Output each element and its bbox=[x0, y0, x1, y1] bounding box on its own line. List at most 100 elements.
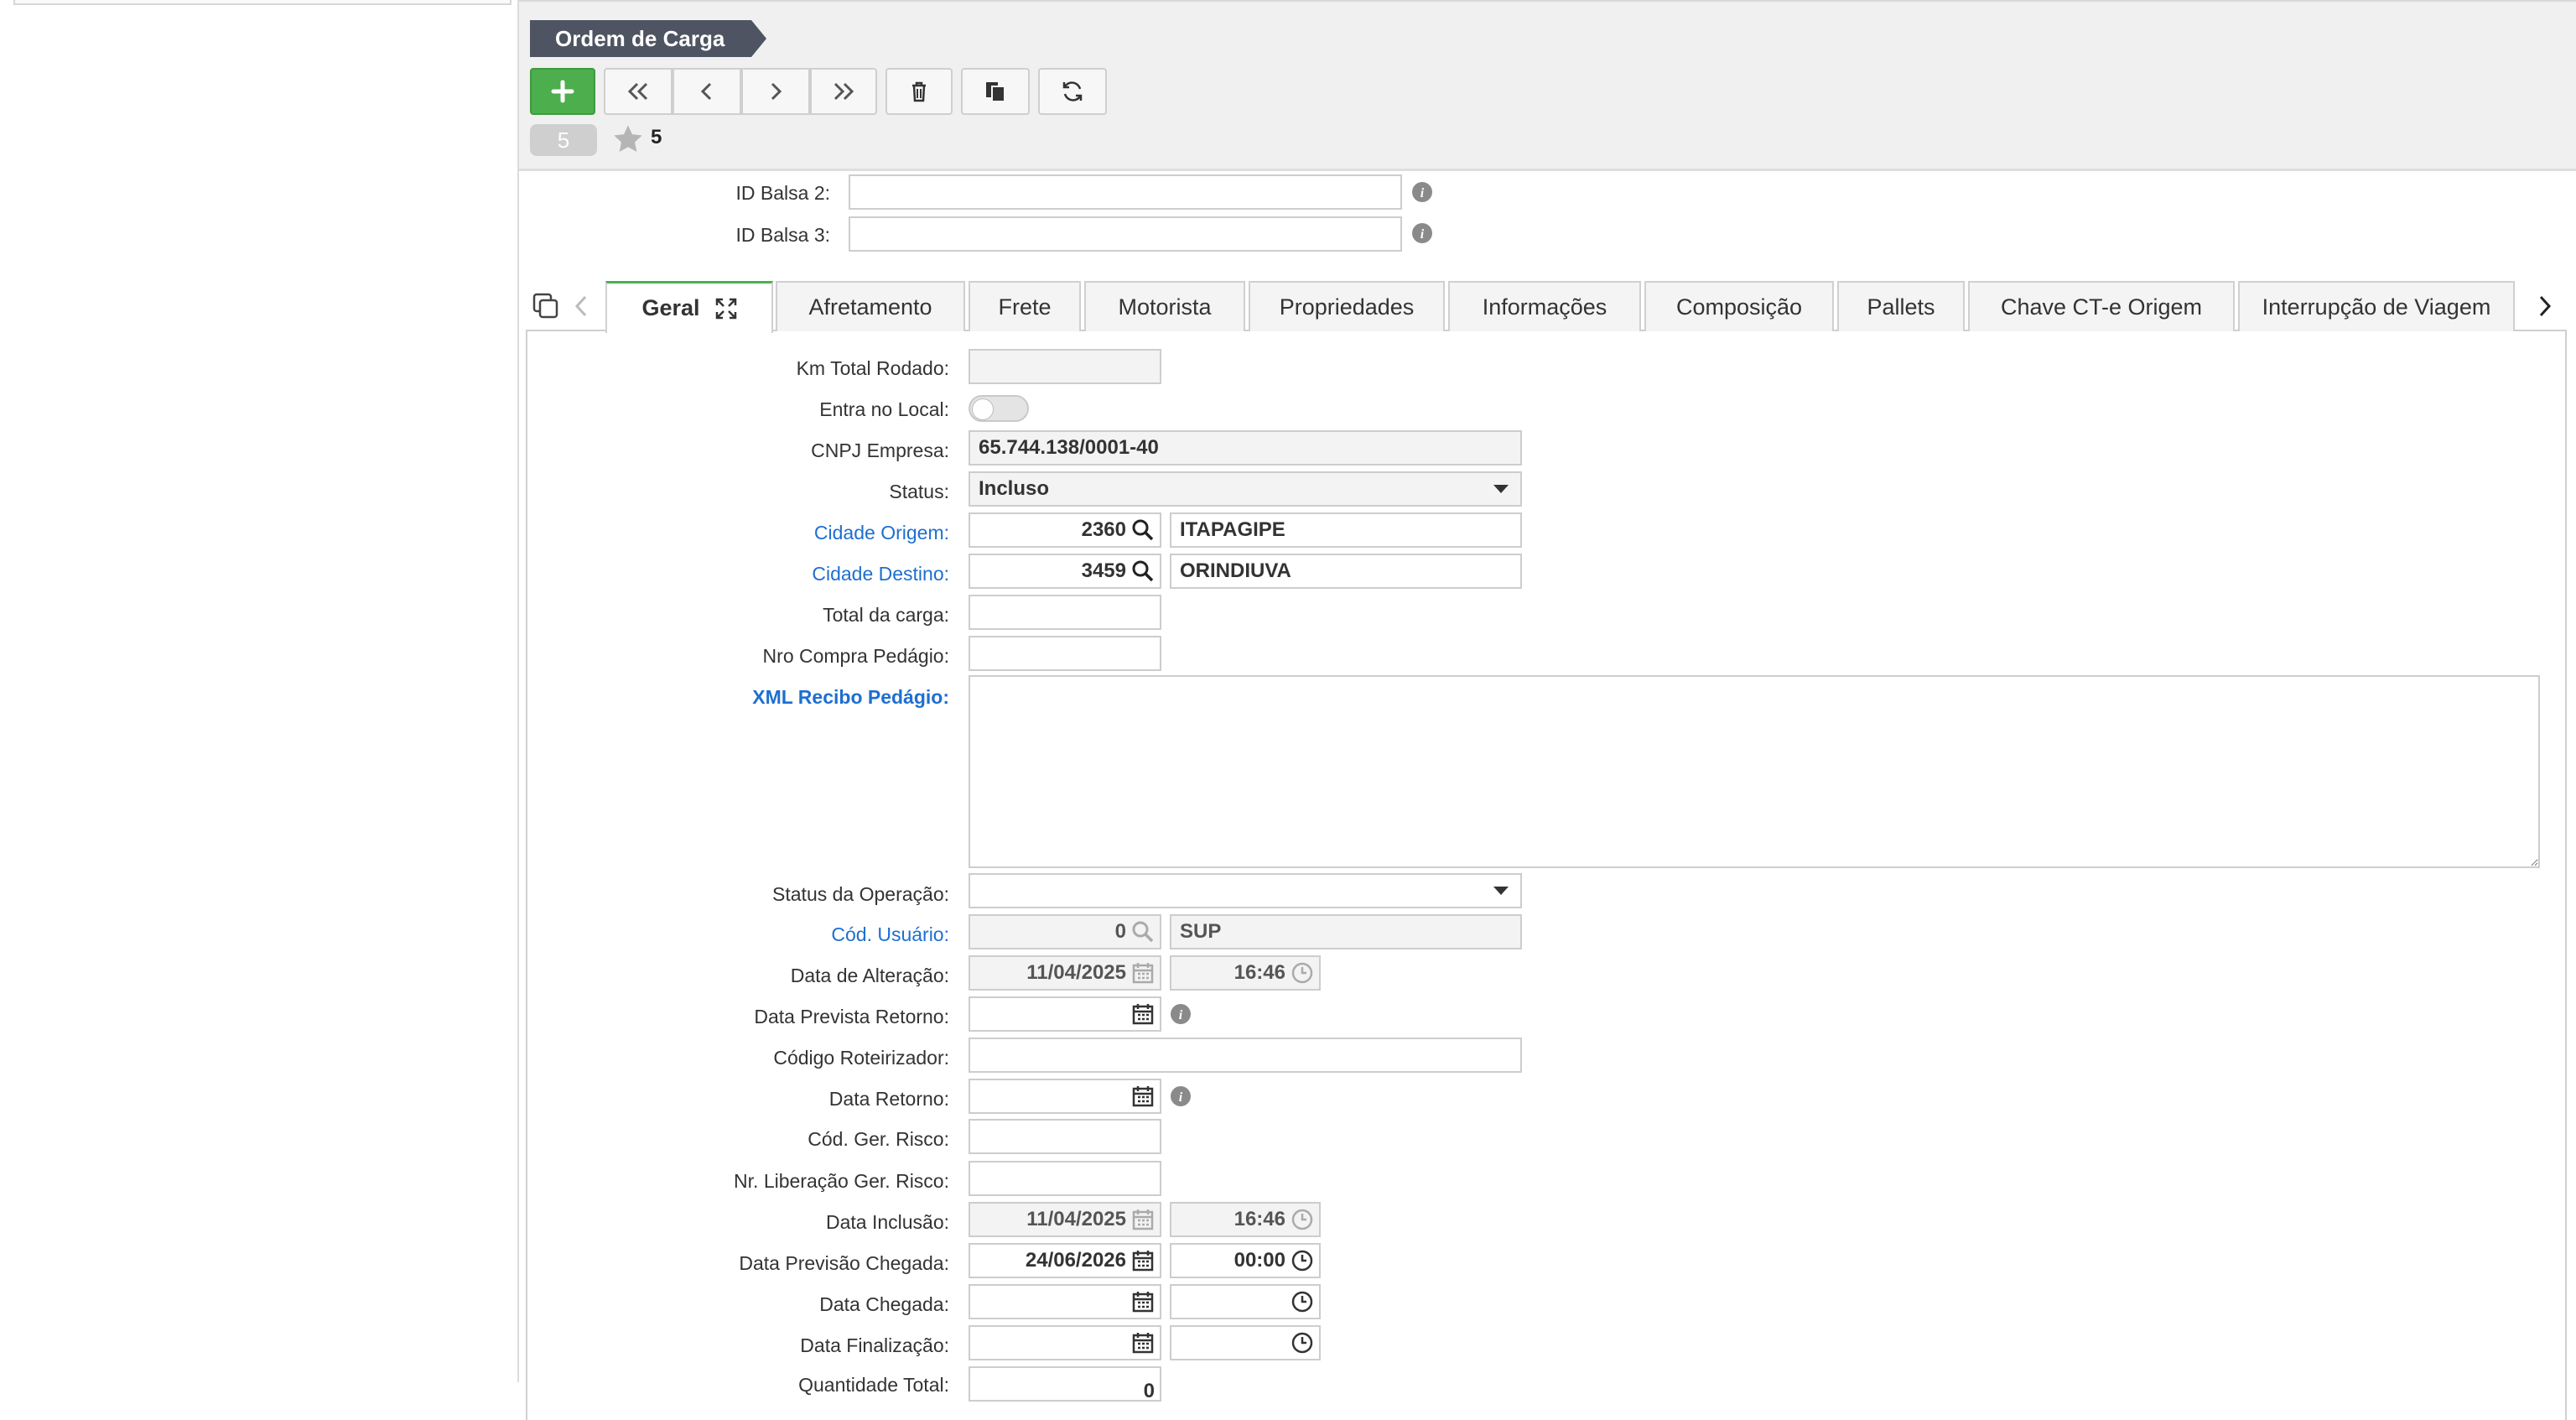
xml-recibo-pedagio-textarea[interactable] bbox=[969, 675, 2540, 868]
tab-propriedades[interactable]: Propriedades bbox=[1249, 281, 1445, 331]
clock-icon bbox=[1291, 1209, 1313, 1230]
cod-usuario-label[interactable]: Cód. Usuário: bbox=[530, 923, 949, 946]
chevron-down-icon bbox=[1493, 485, 1509, 493]
cod-usuario-code: 0 bbox=[1114, 920, 1126, 943]
double-chevron-left-icon bbox=[627, 82, 648, 101]
tabs-scroll-left-icon[interactable] bbox=[570, 294, 592, 319]
cidade-destino-label[interactable]: Cidade Destino: bbox=[530, 563, 949, 585]
svg-text:i: i bbox=[1420, 186, 1425, 200]
refresh-button[interactable] bbox=[1038, 68, 1107, 115]
data-finalizacao-time-input[interactable] bbox=[1170, 1325, 1321, 1360]
search-icon[interactable] bbox=[1131, 559, 1155, 583]
copy-tabs-icon[interactable] bbox=[532, 292, 560, 320]
data-chegada-label: Data Chegada: bbox=[819, 1293, 949, 1315]
clock-icon[interactable] bbox=[1291, 1249, 1314, 1272]
status-da-operacao-select[interactable] bbox=[969, 873, 1522, 908]
data-previsao-chegada-date: 24/06/2026 bbox=[1025, 1249, 1126, 1272]
tab-afretamento[interactable]: Afretamento bbox=[776, 281, 965, 331]
left-sidebar bbox=[0, 0, 519, 1382]
km-total-rodado-input[interactable] bbox=[969, 349, 1161, 384]
data-prevista-retorno-input[interactable] bbox=[969, 996, 1161, 1032]
chevron-right-icon bbox=[771, 82, 782, 101]
tab-geral[interactable]: Geral bbox=[605, 281, 773, 333]
clock-icon[interactable] bbox=[1291, 1290, 1314, 1313]
svg-text:i: i bbox=[1420, 227, 1425, 242]
nr-liberacao-ger-risco-label: Nr. Liberação Ger. Risco: bbox=[734, 1170, 949, 1192]
total-da-carga-input[interactable] bbox=[969, 595, 1161, 630]
tab-chave-cte-origem[interactable]: Chave CT-e Origem bbox=[1968, 281, 2235, 331]
calendar-icon bbox=[1132, 1209, 1154, 1230]
calendar-icon[interactable] bbox=[1131, 1002, 1155, 1026]
km-total-rodado-label: Km Total Rodado: bbox=[796, 357, 949, 379]
search-icon[interactable] bbox=[1131, 518, 1155, 542]
cidade-origem-code-input[interactable]: 2360 bbox=[969, 512, 1161, 548]
breadcrumb[interactable]: Ordem de Carga bbox=[530, 20, 767, 57]
tab-informacoes[interactable]: Informações bbox=[1448, 281, 1641, 331]
entra-no-local-label: Entra no Local: bbox=[819, 398, 949, 420]
id-balsa-3-input[interactable] bbox=[849, 216, 1402, 252]
cnpj-empresa-input[interactable]: 65.744.138/0001-40 bbox=[969, 430, 1522, 466]
info-icon[interactable]: i bbox=[1170, 1003, 1192, 1025]
data-chegada-date-input[interactable] bbox=[969, 1284, 1161, 1319]
cod-ger-risco-input[interactable] bbox=[969, 1119, 1161, 1154]
calendar-icon[interactable] bbox=[1131, 1249, 1155, 1272]
data-retorno-input[interactable] bbox=[969, 1079, 1161, 1114]
tab-pallets[interactable]: Pallets bbox=[1837, 281, 1965, 331]
next-record-button[interactable] bbox=[741, 68, 810, 115]
tab-motorista[interactable]: Motorista bbox=[1084, 281, 1245, 331]
info-icon[interactable]: i bbox=[1411, 181, 1433, 203]
cidade-origem-label[interactable]: Cidade Origem: bbox=[530, 522, 949, 544]
chevron-left-icon bbox=[700, 82, 712, 101]
codigo-roteirizador-label: Código Roteirizador: bbox=[773, 1047, 949, 1069]
duplicate-button[interactable] bbox=[961, 68, 1030, 115]
last-record-button[interactable] bbox=[810, 68, 877, 115]
entra-no-local-toggle[interactable] bbox=[969, 395, 1029, 422]
info-icon[interactable]: i bbox=[1411, 222, 1433, 244]
cidade-destino-code-input[interactable]: 3459 bbox=[969, 554, 1161, 589]
delete-button[interactable] bbox=[886, 68, 953, 115]
cidade-origem-name: ITAPAGIPE bbox=[1180, 518, 1285, 541]
nr-liberacao-ger-risco-input[interactable] bbox=[969, 1161, 1161, 1196]
calendar-icon[interactable] bbox=[1131, 1290, 1155, 1313]
star-icon[interactable] bbox=[612, 123, 644, 155]
sidebar-panel-edge bbox=[13, 0, 512, 5]
status-label: Status: bbox=[889, 481, 949, 502]
first-record-button[interactable] bbox=[604, 68, 673, 115]
status-da-operacao-label: Status da Operação: bbox=[772, 883, 949, 905]
codigo-roteirizador-input[interactable] bbox=[969, 1038, 1522, 1073]
cnpj-empresa-value: 65.744.138/0001-40 bbox=[979, 436, 1159, 459]
xml-recibo-pedagio-label[interactable]: XML Recibo Pedágio: bbox=[530, 686, 949, 709]
previous-record-button[interactable] bbox=[673, 68, 741, 115]
data-chegada-time-input[interactable] bbox=[1170, 1284, 1321, 1319]
add-button[interactable] bbox=[530, 68, 595, 115]
cod-usuario-name-input[interactable]: SUP bbox=[1170, 914, 1522, 949]
tab-interrupcao-de-viagem[interactable]: Interrupção de Viagem bbox=[2238, 281, 2515, 331]
data-alteracao-date-input[interactable]: 11/04/2025 bbox=[969, 955, 1161, 991]
record-count-badge: 5 bbox=[530, 124, 597, 156]
cidade-origem-name-input[interactable]: ITAPAGIPE bbox=[1170, 512, 1522, 548]
nro-compra-pedagio-input[interactable] bbox=[969, 636, 1161, 671]
clock-icon[interactable] bbox=[1291, 1331, 1314, 1355]
cidade-destino-name-input[interactable]: ORINDIUVA bbox=[1170, 554, 1522, 589]
data-finalizacao-date-input[interactable] bbox=[969, 1325, 1161, 1360]
tab-frete[interactable]: Frete bbox=[969, 281, 1081, 331]
clock-icon bbox=[1291, 962, 1313, 984]
id-balsa-2-label: ID Balsa 2: bbox=[735, 182, 831, 204]
data-previsao-chegada-date-input[interactable]: 24/06/2026 bbox=[969, 1243, 1161, 1278]
data-inclusao-date-input[interactable]: 11/04/2025 bbox=[969, 1202, 1161, 1237]
data-previsao-chegada-time-input[interactable]: 00:00 bbox=[1170, 1243, 1321, 1278]
id-balsa-2-input[interactable] bbox=[849, 174, 1402, 210]
data-alteracao-time-input[interactable]: 16:46 bbox=[1170, 955, 1321, 991]
tabs-scroll-right-icon[interactable] bbox=[2534, 294, 2556, 319]
cod-usuario-name: SUP bbox=[1180, 920, 1222, 943]
info-icon[interactable]: i bbox=[1170, 1085, 1192, 1107]
cod-usuario-code-input[interactable]: 0 bbox=[969, 914, 1161, 949]
data-inclusao-time-input[interactable]: 16:46 bbox=[1170, 1202, 1321, 1237]
status-select[interactable]: Incluso bbox=[969, 471, 1522, 507]
calendar-icon[interactable] bbox=[1131, 1331, 1155, 1355]
tab-composicao[interactable]: Composição bbox=[1644, 281, 1834, 331]
quantidade-total-input[interactable]: 0 bbox=[969, 1366, 1161, 1402]
calendar-icon[interactable] bbox=[1131, 1085, 1155, 1108]
expand-icon[interactable] bbox=[715, 298, 737, 320]
data-inclusao-date: 11/04/2025 bbox=[1026, 1208, 1126, 1230]
